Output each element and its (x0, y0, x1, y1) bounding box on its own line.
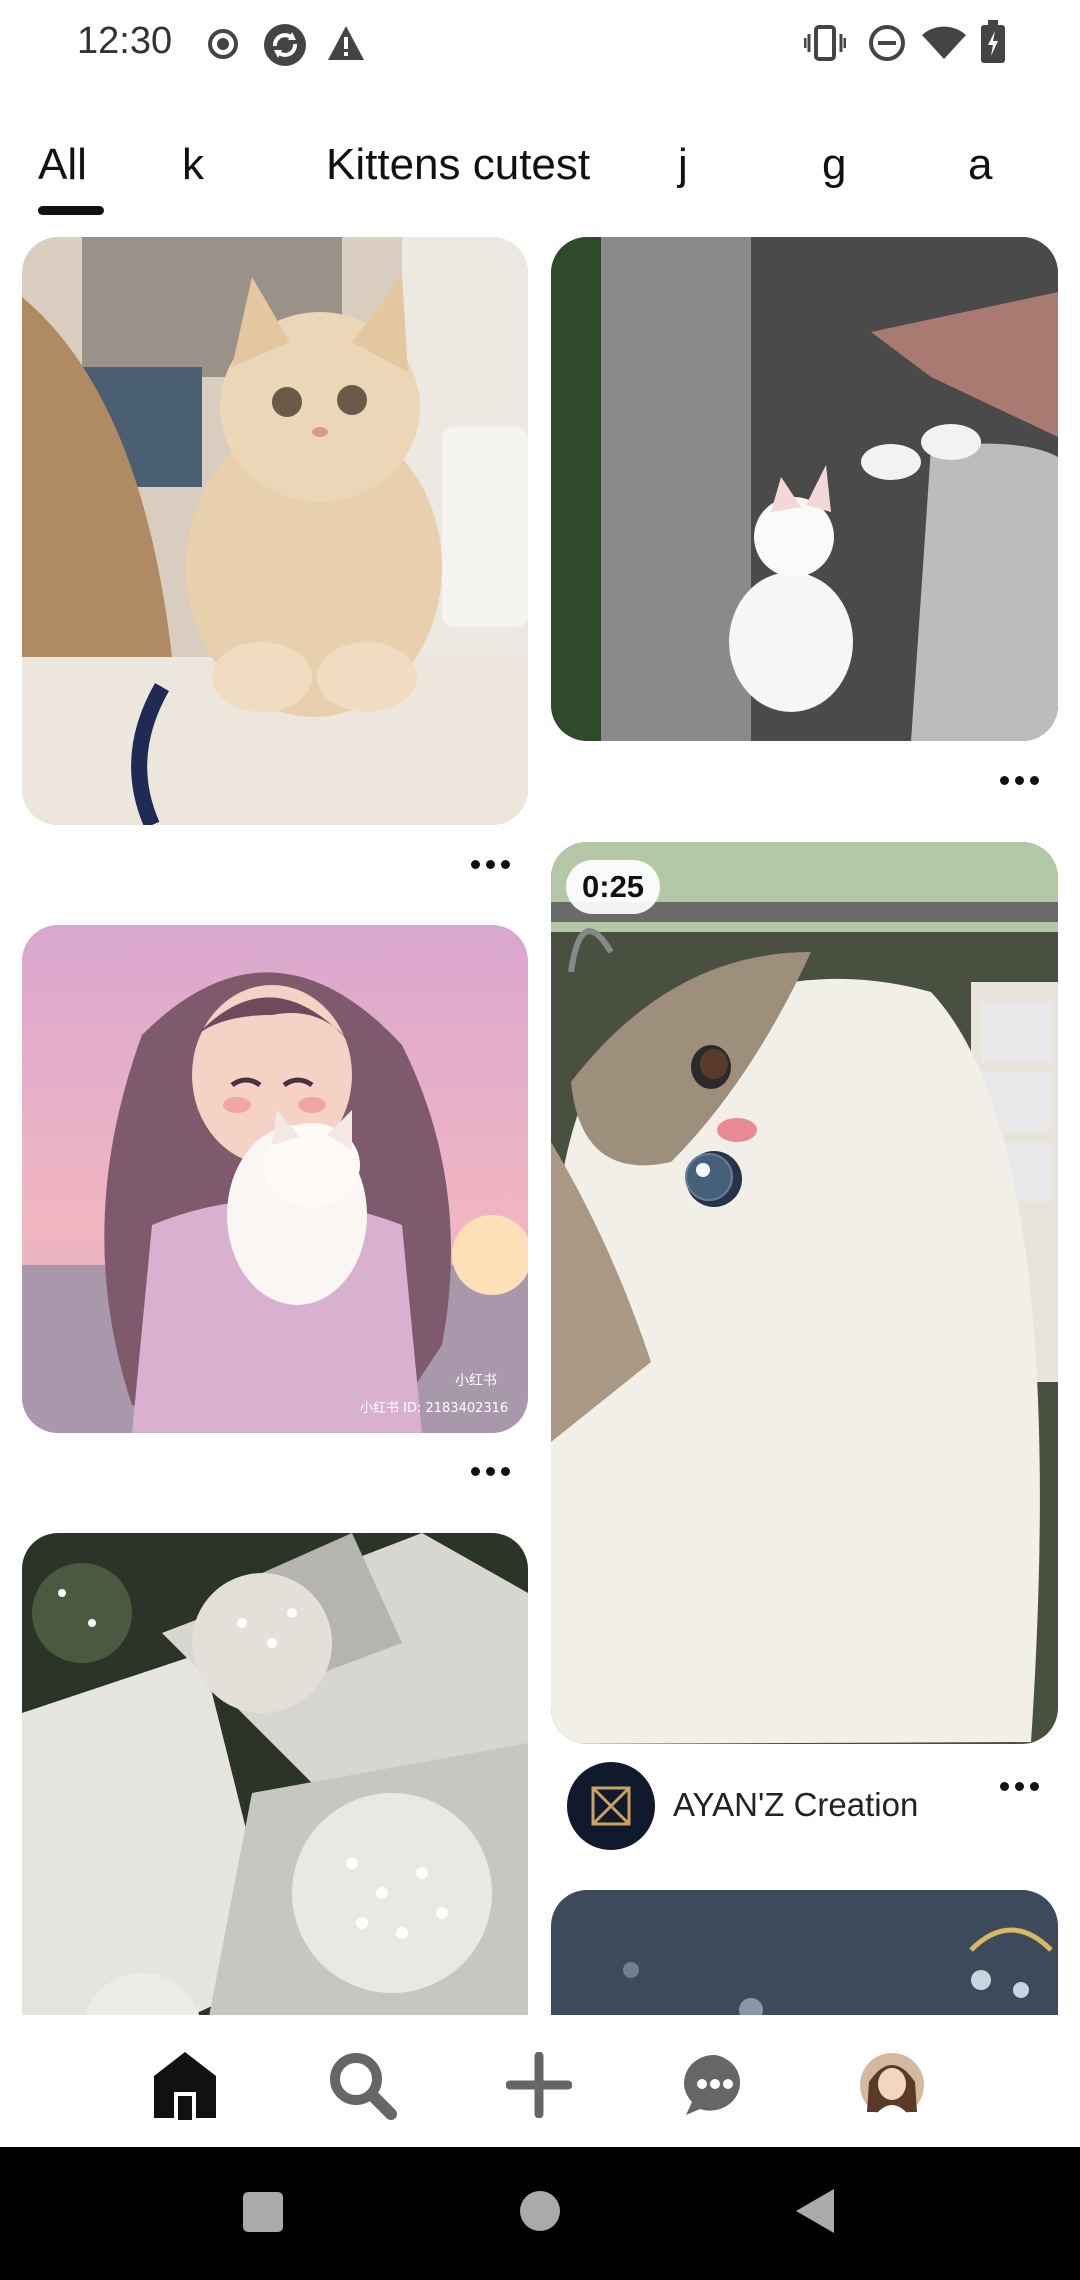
status-bar: 12:30 (0, 0, 1080, 90)
wifi-icon (921, 26, 967, 65)
tab-g[interactable]: g (822, 140, 846, 190)
pin-anime-girl-cat[interactable]: 小红书 小红书 ID: 2183402316 (22, 925, 528, 1433)
bottom-nav (0, 2015, 1080, 2147)
active-tab-indicator (38, 206, 104, 215)
recents-icon[interactable] (242, 2191, 284, 2238)
watermark-logo: 小红书 (455, 1373, 497, 1389)
back-icon[interactable] (794, 2187, 836, 2240)
pin-flowers-bouquet[interactable] (22, 1533, 528, 2053)
tab-a[interactable]: a (968, 140, 992, 190)
tab-kittens-cutest[interactable]: Kittens cutest (326, 140, 590, 190)
search-icon[interactable] (322, 2045, 402, 2125)
status-time: 12:30 (77, 20, 173, 62)
create-icon[interactable] (499, 2045, 579, 2125)
vibrate-icon (803, 24, 847, 67)
dnd-icon (868, 24, 906, 67)
battery-icon (980, 20, 1006, 69)
board-tabs: All k Kittens cutest j g a (0, 140, 1080, 220)
alert-icon (326, 24, 366, 67)
tab-all[interactable]: All (38, 140, 87, 190)
home-icon[interactable] (145, 2045, 225, 2125)
creator-avatar[interactable] (567, 1762, 655, 1850)
watermark-id: 小红书 ID: 2183402316 (360, 1400, 508, 1416)
tab-k[interactable]: k (182, 140, 204, 190)
record-icon (206, 27, 240, 66)
messages-icon[interactable] (675, 2045, 755, 2125)
sync-icon (262, 22, 308, 73)
pin-anime-girl-more-button[interactable] (460, 1456, 520, 1486)
pin-fluffy-cat-more-button[interactable] (989, 1771, 1049, 1801)
pin-white-kitten-sidewalk[interactable] (551, 237, 1058, 741)
profile-avatar[interactable] (852, 2045, 932, 2125)
home-circle-icon[interactable] (519, 2190, 561, 2237)
system-nav-bar (0, 2147, 1080, 2280)
pin-white-kitten-more-button[interactable] (989, 765, 1049, 795)
creator-name[interactable]: AYAN'Z Creation (673, 1786, 918, 1824)
pin-cream-kitten-more-button[interactable] (460, 849, 520, 879)
pin-cream-kitten[interactable] (22, 237, 528, 825)
video-duration-badge: 0:25 (566, 860, 661, 914)
tab-j[interactable]: j (678, 140, 688, 190)
pin-fluffy-cat-video[interactable] (551, 842, 1058, 1744)
